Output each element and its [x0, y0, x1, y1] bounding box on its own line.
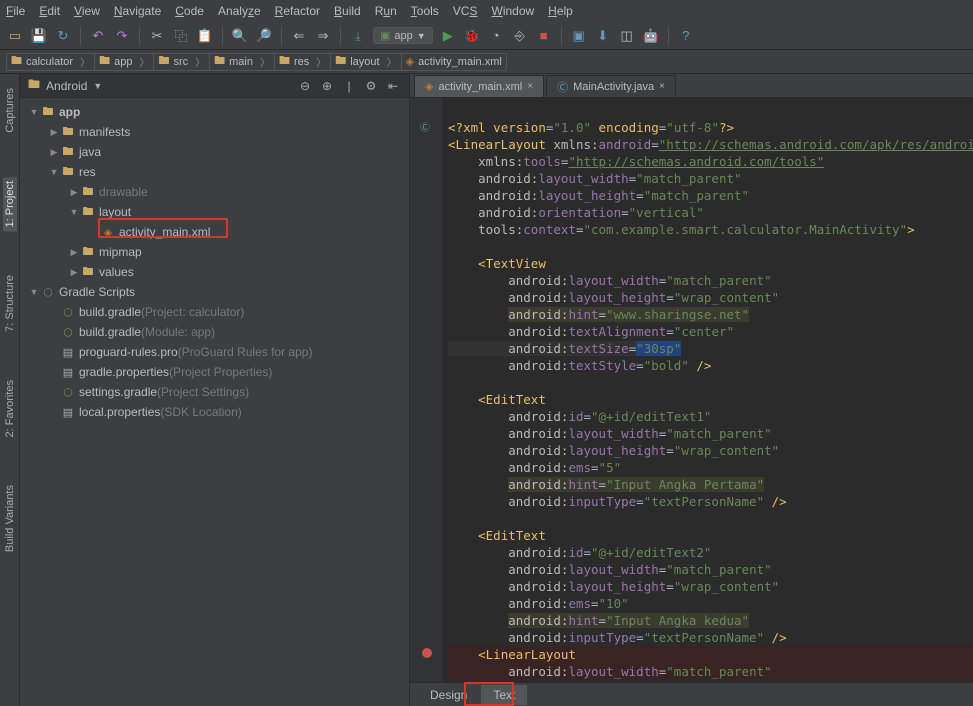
open-icon[interactable]: ▭ — [6, 27, 24, 45]
tree-node-build-gradle-project[interactable]: ⬡build.gradle (Project: calculator) — [20, 302, 409, 322]
gutter-tab-captures[interactable]: Captures — [3, 84, 17, 137]
editor-tab-mainactivity[interactable]: ⒸMainActivity.java× — [546, 75, 676, 97]
editor-area: ◈activity_main.xml× ⒸMainActivity.java× … — [410, 74, 973, 706]
project-tool-window: 🖿 Android ▼ ⊖ ⊕ | ⚙ ⇤ ▼🖿app ▶🖿manifests … — [20, 74, 410, 706]
avd-icon[interactable]: ▣ — [570, 27, 588, 45]
tab-design[interactable]: Design — [418, 685, 479, 705]
breadcrumb-file[interactable]: ◈activity_main.xml — [401, 53, 507, 71]
forward-icon[interactable]: ⇒ — [314, 27, 332, 45]
code-editor[interactable]: <?xml version="1.0" encoding="utf-8"?> <… — [442, 98, 973, 682]
project-panel-header: 🖿 Android ▼ ⊖ ⊕ | ⚙ ⇤ — [20, 74, 409, 98]
menu-code[interactable]: Code — [175, 4, 204, 18]
breadcrumb-res[interactable]: 🖿res — [274, 53, 331, 71]
tree-node-local-properties[interactable]: ▤local.properties (SDK Location) — [20, 402, 409, 422]
menu-file[interactable]: File — [6, 4, 25, 18]
tree-node-manifests[interactable]: ▶🖿manifests — [20, 122, 409, 142]
gutter-tab-structure[interactable]: 7: Structure — [3, 271, 17, 336]
editor-mode-tabs: Design Text — [410, 682, 973, 706]
menu-edit[interactable]: Edit — [39, 4, 60, 18]
run-icon[interactable]: ▶ — [439, 27, 457, 45]
breadcrumb-main[interactable]: 🖿main — [209, 53, 275, 71]
collapse-icon[interactable]: ⊖ — [297, 79, 313, 93]
tree-node-res[interactable]: ▼🖿res — [20, 162, 409, 182]
tree-node-proguard[interactable]: ▤proguard-rules.pro (ProGuard Rules for … — [20, 342, 409, 362]
close-icon[interactable]: × — [527, 81, 533, 92]
menu-navigate[interactable]: Navigate — [114, 4, 161, 18]
breadcrumb-src[interactable]: 🖿src — [153, 53, 210, 71]
xml-file-icon: ◈ — [425, 80, 433, 93]
tree-node-layout[interactable]: ▼🖿layout — [20, 202, 409, 222]
editor-gutter[interactable]: Ⓒ — [410, 98, 442, 682]
profile-icon[interactable]: ◔ — [487, 27, 505, 45]
gutter-tab-project[interactable]: 1: Project — [3, 177, 17, 231]
tree-node-app[interactable]: ▼🖿app — [20, 102, 409, 122]
tree-node-java[interactable]: ▶🖿java — [20, 142, 409, 162]
menu-refactor[interactable]: Refactor — [275, 4, 320, 18]
help-icon[interactable]: ? — [677, 27, 695, 45]
sdk-icon[interactable]: ⬇ — [594, 27, 612, 45]
find-icon[interactable]: 🔍 — [231, 27, 249, 45]
tree-node-settings-gradle[interactable]: ⬡settings.gradle (Project Settings) — [20, 382, 409, 402]
sync-icon[interactable]: ↻ — [54, 27, 72, 45]
menu-help[interactable]: Help — [548, 4, 573, 18]
divider-bar: | — [341, 79, 357, 93]
tab-text[interactable]: Text — [481, 685, 527, 705]
stop-icon[interactable]: ■ — [535, 27, 553, 45]
copy-icon[interactable]: ⿻ — [172, 27, 190, 45]
editor-tab-bar: ◈activity_main.xml× ⒸMainActivity.java× — [410, 74, 973, 98]
paste-icon[interactable]: 📋 — [196, 27, 214, 45]
editor-tab-activity-main[interactable]: ◈activity_main.xml× — [414, 75, 544, 97]
run-config-label: app — [394, 30, 412, 42]
back-icon[interactable]: ⇐ — [290, 27, 308, 45]
chevron-down-icon: ▼ — [417, 31, 426, 41]
cut-icon[interactable]: ✂ — [148, 27, 166, 45]
tree-node-gradle-properties[interactable]: ▤gradle.properties (Project Properties) — [20, 362, 409, 382]
close-icon[interactable]: × — [659, 81, 665, 92]
tree-node-mipmap[interactable]: ▶🖿mipmap — [20, 242, 409, 262]
save-icon[interactable]: 💾 — [30, 27, 48, 45]
menu-vcs[interactable]: VCS — [453, 4, 478, 18]
menu-window[interactable]: Window — [491, 4, 534, 18]
run-config-selector[interactable]: ▣ app ▼ — [373, 27, 433, 44]
make-icon[interactable]: ⤓ — [349, 27, 367, 45]
replace-icon[interactable]: 🔎 — [255, 27, 273, 45]
menu-bar: File Edit View Navigate Code Analyze Ref… — [0, 0, 973, 22]
target-icon[interactable]: ⊕ — [319, 79, 335, 93]
tree-node-build-gradle-module[interactable]: ⬡build.gradle (Module: app) — [20, 322, 409, 342]
project-panel-title[interactable]: Android — [46, 79, 87, 93]
tree-node-drawable[interactable]: ▶🖿drawable — [20, 182, 409, 202]
attach-icon[interactable]: ⎆ — [511, 27, 529, 45]
left-tool-gutter: Captures 1: Project 7: Structure 2: Favo… — [0, 74, 20, 706]
java-class-icon: Ⓒ — [557, 79, 568, 95]
tree-node-gradle-scripts[interactable]: ▼⬡Gradle Scripts — [20, 282, 409, 302]
menu-build[interactable]: Build — [334, 4, 361, 18]
main-toolbar: ▭ 💾 ↻ ↶ ↷ ✂ ⿻ 📋 🔍 🔎 ⇐ ⇒ ⤓ ▣ app ▼ ▶ 🐞 ◔ … — [0, 22, 973, 50]
android-view-icon: 🖿 — [28, 75, 40, 96]
gutter-tab-build-variants[interactable]: Build Variants — [3, 481, 17, 556]
debug-icon[interactable]: 🐞 — [463, 27, 481, 45]
menu-view[interactable]: View — [74, 4, 100, 18]
menu-run[interactable]: Run — [375, 4, 397, 18]
chevron-down-icon[interactable]: ▼ — [93, 81, 102, 91]
breadcrumb-calculator[interactable]: 🖿calculator — [6, 53, 95, 71]
gutter-class-icon: Ⓒ — [420, 119, 432, 133]
breakpoint-icon[interactable] — [422, 648, 432, 658]
breadcrumb-app[interactable]: 🖿app — [94, 53, 154, 71]
breadcrumb-layout[interactable]: 🖿layout — [330, 53, 401, 71]
module-icon: ▣ — [380, 29, 390, 42]
tree-node-values[interactable]: ▶🖿values — [20, 262, 409, 282]
hide-icon[interactable]: ⇤ — [385, 79, 401, 93]
navigation-bar: 🖿calculator 🖿app 🖿src 🖿main 🖿res 🖿layout… — [0, 50, 973, 74]
project-tree[interactable]: ▼🖿app ▶🖿manifests ▶🖿java ▼🖿res ▶🖿drawabl… — [20, 98, 409, 706]
android-icon[interactable]: 🤖 — [642, 27, 660, 45]
gutter-tab-favorites[interactable]: 2: Favorites — [3, 376, 17, 441]
tree-node-activity-main[interactable]: ◈activity_main.xml — [20, 222, 409, 242]
gear-icon[interactable]: ⚙ — [363, 79, 379, 93]
menu-analyze[interactable]: Analyze — [218, 4, 261, 18]
layout-icon[interactable]: ◫ — [618, 27, 636, 45]
undo-icon[interactable]: ↶ — [89, 27, 107, 45]
redo-icon[interactable]: ↷ — [113, 27, 131, 45]
menu-tools[interactable]: Tools — [411, 4, 439, 18]
